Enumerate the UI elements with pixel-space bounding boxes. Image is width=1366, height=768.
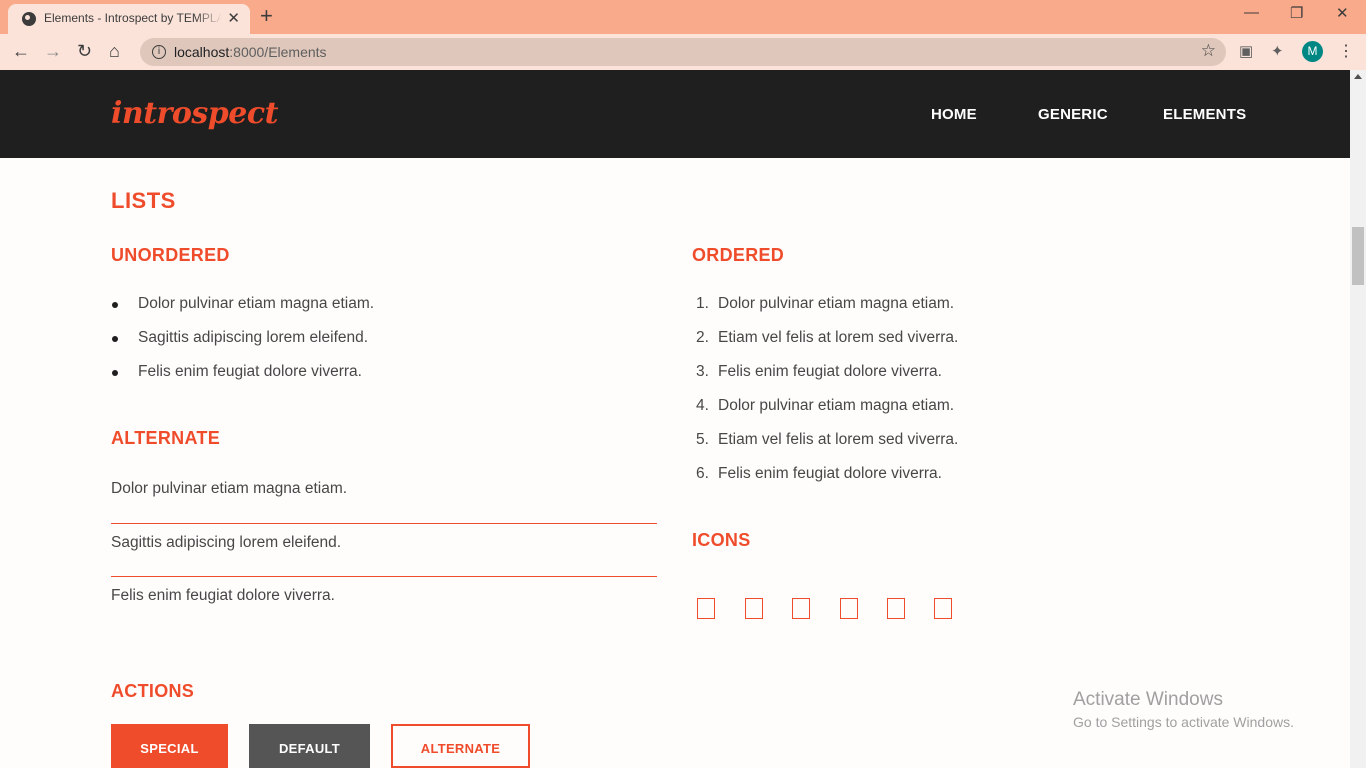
reload-icon[interactable]: ↻	[77, 41, 92, 61]
tab-title: Elements - Introspect by TEMPLATED	[44, 11, 222, 25]
nav-home[interactable]: HOME	[931, 106, 977, 123]
list-item: 3. Felis enim feugiat dolore viverra.	[696, 363, 942, 380]
globe-icon	[22, 12, 36, 26]
actions-heading: ACTIONS	[111, 681, 195, 701]
missing-glyph-icon[interactable]	[697, 598, 715, 619]
back-icon[interactable]: ←	[12, 41, 30, 61]
minimize-button[interactable]: —	[1244, 4, 1259, 21]
list-item: 6. Felis enim feugiat dolore viverra.	[696, 465, 942, 482]
list-item: Felis enim feugiat dolore viverra.	[111, 576, 657, 629]
forward-icon[interactable]: →	[44, 41, 62, 61]
unordered-heading: UNORDERED	[111, 245, 230, 265]
tab-close-icon[interactable]: ✕	[227, 9, 240, 27]
site-header: introspect HOME GENERIC ELEMENTS	[0, 70, 1350, 158]
icons-heading: ICONS	[692, 530, 751, 550]
scroll-thumb[interactable]	[1352, 227, 1364, 285]
info-icon[interactable]: i	[152, 45, 166, 59]
browser-tab[interactable]: Elements - Introspect by TEMPLATED ✕	[8, 4, 250, 34]
browser-tabstrip: Elements - Introspect by TEMPLATED ✕ + —…	[0, 0, 1366, 34]
alternate-heading: ALTERNATE	[111, 428, 221, 448]
missing-glyph-icon[interactable]	[745, 598, 763, 619]
unordered-list: Dolor pulvinar etiam magna etiam. Sagitt…	[111, 295, 374, 397]
list-item: Sagittis adipiscing lorem eleifend.	[111, 523, 657, 576]
page-viewport: introspect HOME GENERIC ELEMENTS LISTS U…	[0, 70, 1350, 768]
alternate-button[interactable]: ALTERNATE	[391, 724, 530, 768]
list-item: 2. Etiam vel felis at lorem sed viverra.	[696, 329, 959, 346]
restore-button[interactable]: ❐	[1290, 4, 1303, 22]
missing-glyph-icon[interactable]	[934, 598, 952, 619]
site-logo[interactable]: introspect	[111, 96, 278, 131]
watermark-title: Activate Windows	[1073, 689, 1223, 710]
avatar[interactable]: M	[1302, 41, 1323, 62]
new-tab-button[interactable]: +	[260, 4, 273, 28]
missing-glyph-icon[interactable]	[792, 598, 810, 619]
lens-icon[interactable]: ▣	[1239, 43, 1253, 61]
alternate-list: Dolor pulvinar etiam magna etiam. Sagitt…	[111, 470, 657, 629]
close-window-button[interactable]: ✕	[1336, 4, 1349, 22]
special-button[interactable]: SPECIAL	[111, 724, 228, 768]
list-item: Dolor pulvinar etiam magna etiam.	[111, 295, 374, 329]
scroll-up-arrow-icon[interactable]	[1354, 74, 1362, 79]
list-item: 1. Dolor pulvinar etiam magna etiam.	[696, 295, 955, 312]
bookmark-star-icon[interactable]: ☆	[1201, 41, 1216, 61]
home-icon[interactable]: ⌂	[109, 41, 120, 61]
list-item: 5. Etiam vel felis at lorem sed viverra.	[696, 431, 959, 448]
missing-glyph-icon[interactable]	[887, 598, 905, 619]
ordered-list: 1. Dolor pulvinar etiam magna etiam. 2. Et…	[696, 295, 958, 499]
missing-glyph-icon[interactable]	[840, 598, 858, 619]
browser-toolbar: ← → ↻ ⌂ i localhost:8000/Elements ☆ ▣ ✦ …	[0, 34, 1366, 70]
nav-generic[interactable]: GENERIC	[1038, 106, 1108, 123]
nav-elements[interactable]: ELEMENTS	[1163, 106, 1246, 123]
list-item: Felis enim feugiat dolore viverra.	[111, 363, 374, 397]
list-item: Sagittis adipiscing lorem eleifend.	[111, 329, 374, 363]
list-item: 4. Dolor pulvinar etiam magna etiam.	[696, 397, 955, 414]
lists-heading: LISTS	[111, 188, 176, 213]
watermark-subtitle: Go to Settings to activate Windows.	[1073, 714, 1294, 730]
list-item: Dolor pulvinar etiam magna etiam.	[111, 480, 348, 497]
address-bar[interactable]: i localhost:8000/Elements ☆	[140, 38, 1226, 66]
url-text[interactable]: localhost:8000/Elements	[174, 44, 327, 60]
extensions-icon[interactable]: ✦	[1271, 43, 1284, 61]
ordered-heading: ORDERED	[692, 245, 785, 265]
default-button[interactable]: DEFAULT	[249, 724, 370, 768]
menu-dots-icon[interactable]: ⋮	[1338, 41, 1354, 61]
page-scrollbar[interactable]	[1350, 70, 1366, 768]
windows-activation-watermark: Activate Windows Go to Settings to activ…	[1073, 689, 1294, 730]
